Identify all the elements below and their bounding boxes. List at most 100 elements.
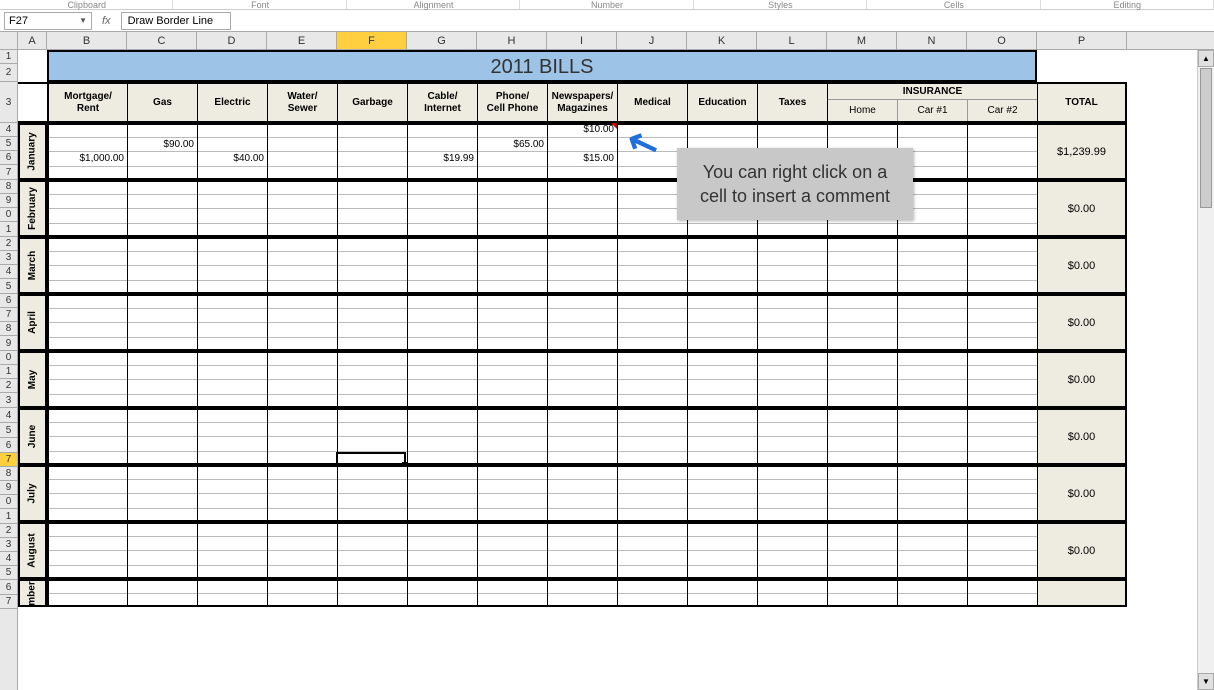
cell[interactable] — [128, 366, 197, 381]
cell[interactable] — [408, 579, 477, 594]
row-header[interactable]: 1 — [0, 222, 17, 237]
cell[interactable] — [408, 351, 477, 366]
cell[interactable] — [128, 323, 197, 338]
cell[interactable] — [478, 209, 547, 224]
cell[interactable] — [828, 380, 897, 395]
cell[interactable] — [618, 224, 687, 238]
cell[interactable] — [478, 408, 547, 423]
cell[interactable] — [618, 366, 687, 381]
cell[interactable] — [688, 237, 757, 252]
cell[interactable] — [408, 509, 477, 523]
cell[interactable] — [198, 452, 267, 466]
cell[interactable] — [828, 252, 897, 267]
cell[interactable] — [618, 266, 687, 281]
cell[interactable] — [828, 480, 897, 495]
cell[interactable] — [968, 395, 1037, 409]
cell[interactable] — [478, 509, 547, 523]
cell[interactable] — [338, 266, 407, 281]
cell[interactable] — [338, 579, 407, 594]
row-header[interactable]: 4 — [0, 408, 17, 423]
cell[interactable] — [688, 123, 757, 138]
cell[interactable] — [198, 566, 267, 580]
cell[interactable] — [338, 522, 407, 537]
cell[interactable] — [198, 138, 267, 153]
cell[interactable] — [268, 266, 337, 281]
cell[interactable] — [548, 465, 617, 480]
cell[interactable] — [268, 138, 337, 153]
cell[interactable] — [49, 252, 127, 267]
cell[interactable] — [968, 138, 1037, 153]
cell[interactable] — [898, 452, 967, 466]
cell[interactable] — [338, 566, 407, 580]
cell[interactable] — [268, 566, 337, 580]
cell[interactable] — [618, 480, 687, 495]
name-box[interactable]: F27 ▼ — [4, 12, 92, 30]
cell[interactable] — [268, 594, 337, 608]
cell[interactable] — [198, 437, 267, 452]
cell[interactable] — [968, 537, 1037, 552]
row-header[interactable]: 6 — [0, 294, 17, 308]
cell[interactable] — [338, 551, 407, 566]
cell[interactable] — [968, 123, 1037, 138]
cell[interactable] — [49, 551, 127, 566]
cell[interactable] — [968, 452, 1037, 466]
cell[interactable] — [688, 522, 757, 537]
cell[interactable] — [758, 480, 827, 495]
cell[interactable] — [478, 180, 547, 195]
cell[interactable] — [268, 224, 337, 238]
row-header[interactable]: 7 — [0, 453, 17, 467]
cell[interactable] — [548, 294, 617, 309]
cell[interactable] — [758, 465, 827, 480]
cell[interactable] — [478, 266, 547, 281]
cell[interactable] — [198, 323, 267, 338]
cell[interactable] — [268, 195, 337, 210]
fx-icon[interactable]: fx — [96, 15, 117, 27]
cell[interactable] — [968, 566, 1037, 580]
cell[interactable] — [828, 309, 897, 324]
cell[interactable] — [338, 452, 407, 466]
cell[interactable] — [198, 309, 267, 324]
cell[interactable] — [268, 408, 337, 423]
cell[interactable] — [338, 338, 407, 352]
cell[interactable] — [198, 509, 267, 523]
cell[interactable] — [49, 452, 127, 466]
cell[interactable] — [49, 195, 127, 210]
column-header[interactable]: I — [547, 32, 617, 49]
cell[interactable] — [49, 494, 127, 509]
cell[interactable] — [828, 281, 897, 295]
cell[interactable] — [898, 338, 967, 352]
cell[interactable] — [268, 351, 337, 366]
cell[interactable] — [478, 167, 547, 181]
cell[interactable] — [688, 465, 757, 480]
cell[interactable] — [198, 294, 267, 309]
cell[interactable] — [828, 366, 897, 381]
cell[interactable] — [548, 338, 617, 352]
cell[interactable] — [338, 237, 407, 252]
cell[interactable] — [968, 522, 1037, 537]
cell[interactable] — [478, 294, 547, 309]
cell[interactable] — [408, 522, 477, 537]
cell[interactable] — [268, 167, 337, 181]
cell[interactable] — [898, 494, 967, 509]
cell[interactable] — [968, 294, 1037, 309]
row-header[interactable]: 8 — [0, 322, 17, 336]
cell[interactable] — [198, 123, 267, 138]
cell[interactable] — [338, 323, 407, 338]
cell[interactable] — [688, 294, 757, 309]
column-header[interactable]: E — [267, 32, 337, 49]
cell[interactable] — [968, 579, 1037, 594]
cell[interactable] — [338, 281, 407, 295]
cell[interactable] — [338, 594, 407, 608]
cell[interactable] — [128, 408, 197, 423]
cell[interactable] — [128, 380, 197, 395]
cell[interactable] — [828, 594, 897, 608]
cell[interactable] — [758, 522, 827, 537]
cell[interactable] — [828, 465, 897, 480]
cell[interactable] — [408, 195, 477, 210]
cell[interactable] — [128, 579, 197, 594]
cell[interactable] — [198, 266, 267, 281]
cell[interactable] — [478, 366, 547, 381]
cell[interactable] — [408, 366, 477, 381]
row-header[interactable]: 1 — [0, 50, 17, 64]
cell[interactable] — [198, 224, 267, 238]
